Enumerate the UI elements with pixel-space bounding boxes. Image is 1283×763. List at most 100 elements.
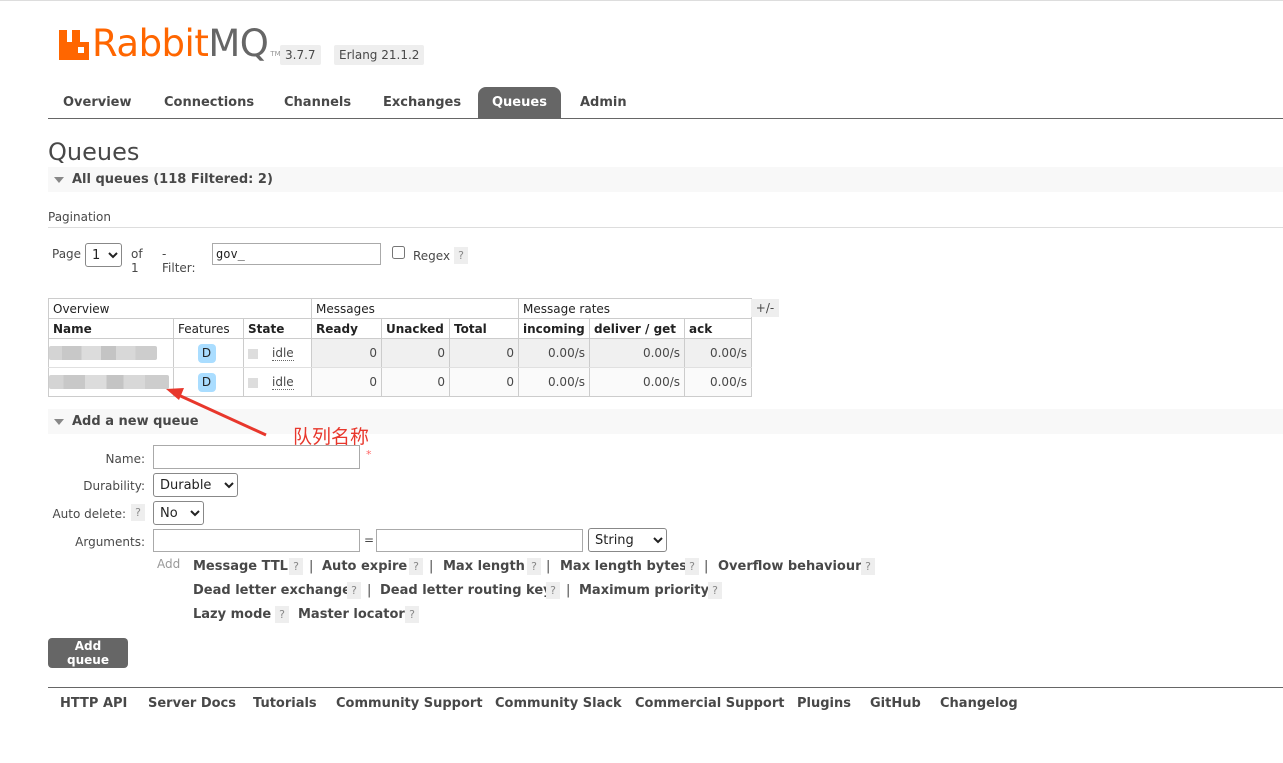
dead-letter-exchange-help-button[interactable]: ?	[347, 582, 361, 599]
queues-table: Overview Messages Message rates Name Fea…	[48, 298, 752, 397]
durable-badge: D	[197, 343, 216, 363]
argument-key-input[interactable]	[153, 529, 360, 552]
message-ttl-help-button[interactable]: ?	[289, 558, 303, 575]
main-nav-tabs: Overview Connections Channels Exchanges …	[48, 87, 1283, 119]
add-queue-button[interactable]: Add queue	[48, 638, 128, 668]
auto-delete-label: Auto delete:	[52, 507, 126, 521]
arg-link-max-length[interactable]: Max length	[443, 559, 525, 574]
footer-link-commercial-support[interactable]: Commercial Support	[635, 696, 785, 711]
maximum-priority-help-button[interactable]: ?	[708, 582, 722, 599]
footer-link-http-api[interactable]: HTTP API	[60, 696, 127, 711]
footer-link-github[interactable]: GitHub	[870, 696, 921, 711]
queue-name-redacted[interactable]	[48, 367, 174, 397]
pagination-title: Pagination	[48, 210, 111, 224]
regex-checkbox[interactable]	[392, 246, 405, 259]
footer-divider	[48, 687, 1283, 688]
ready-cell: 0	[311, 338, 382, 368]
arg-link-message-ttl[interactable]: Message TTL	[193, 559, 288, 574]
tab-exchanges[interactable]: Exchanges	[369, 87, 475, 118]
column-toggle-button[interactable]: +/-	[751, 299, 779, 317]
erlang-version-badge: Erlang 21.1.2	[334, 45, 425, 65]
ack-cell: 0.00/s	[684, 367, 752, 397]
name-label: Name:	[105, 452, 145, 466]
link-separator: |	[566, 583, 571, 598]
column-header-ack[interactable]: ack	[684, 318, 752, 339]
tab-connections[interactable]: Connections	[150, 87, 268, 118]
group-header-messages: Messages	[311, 298, 519, 319]
table-row[interactable]: D idle 0 0 0 0.00/s 0.00/s 0.00/s	[48, 338, 752, 368]
argument-type-select[interactable]: String	[588, 528, 667, 552]
auto-delete-select[interactable]: No	[153, 501, 204, 525]
regex-help-button[interactable]: ?	[454, 247, 468, 264]
arg-link-auto-expire[interactable]: Auto expire	[322, 559, 407, 574]
column-header-incoming[interactable]: incoming	[518, 318, 590, 339]
incoming-cell: 0.00/s	[518, 367, 590, 397]
group-header-overview: Overview	[48, 298, 312, 319]
link-separator: |	[546, 559, 551, 574]
link-separator: |	[429, 559, 434, 574]
footer-link-server-docs[interactable]: Server Docs	[148, 696, 236, 711]
page-title: Queues	[48, 138, 140, 166]
column-header-ready[interactable]: Ready	[311, 318, 382, 339]
required-mark: *	[366, 448, 372, 461]
tab-overview[interactable]: Overview	[49, 87, 146, 118]
arg-link-master-locator[interactable]: Master locator	[298, 607, 405, 622]
column-header-name[interactable]: Name	[48, 318, 174, 339]
arg-link-dead-letter-routing-key[interactable]: Dead letter routing key	[380, 583, 552, 598]
footer-link-changelog[interactable]: Changelog	[940, 696, 1018, 711]
master-locator-help-button[interactable]: ?	[405, 606, 419, 623]
tab-channels[interactable]: Channels	[270, 87, 365, 118]
arg-link-overflow-behaviour[interactable]: Overflow behaviour	[718, 559, 862, 574]
ready-cell: 0	[311, 367, 382, 397]
dead-letter-routing-key-help-button[interactable]: ?	[546, 582, 560, 599]
footer-link-community-slack[interactable]: Community Slack	[495, 696, 622, 711]
all-queues-label: All queues (118 Filtered: 2)	[72, 172, 273, 187]
durability-select[interactable]: Durable	[153, 473, 238, 497]
version-badge: 3.7.7	[280, 45, 321, 65]
arg-link-maximum-priority[interactable]: Maximum priority	[579, 583, 709, 598]
lazy-mode-help-button[interactable]: ?	[275, 606, 289, 623]
page-select[interactable]: 1	[85, 243, 122, 267]
arg-link-max-length-bytes[interactable]: Max length bytes	[560, 559, 687, 574]
total-cell: 0	[449, 338, 519, 368]
tab-queues[interactable]: Queues	[478, 87, 561, 118]
footer-link-community-support[interactable]: Community Support	[336, 696, 483, 711]
column-header-total[interactable]: Total	[449, 318, 519, 339]
queue-name-redacted[interactable]	[48, 338, 174, 368]
argument-value-input[interactable]	[376, 529, 583, 552]
auto-expire-help-button[interactable]: ?	[409, 558, 423, 575]
pagination-divider	[48, 227, 1283, 228]
rabbitmq-logo[interactable]: RabbitMQ TM	[59, 24, 281, 64]
state-cell: idle	[243, 338, 312, 368]
rabbit-logo-icon	[59, 30, 89, 60]
arg-link-dead-letter-exchange[interactable]: Dead letter exchange	[193, 583, 351, 598]
durability-label: Durability:	[83, 479, 145, 493]
max-length-bytes-help-button[interactable]: ?	[685, 558, 699, 575]
queue-name-input[interactable]	[153, 445, 360, 469]
page-of-label: of 1	[131, 247, 143, 275]
column-header-unacked[interactable]: Unacked	[381, 318, 450, 339]
footer-link-plugins[interactable]: Plugins	[797, 696, 851, 711]
column-header-state[interactable]: State	[243, 318, 312, 339]
footer-link-tutorials[interactable]: Tutorials	[253, 696, 317, 711]
total-cell: 0	[449, 367, 519, 397]
filter-input[interactable]	[212, 243, 381, 265]
incoming-cell: 0.00/s	[518, 338, 590, 368]
max-length-help-button[interactable]: ?	[527, 558, 541, 575]
link-separator: |	[704, 559, 709, 574]
overflow-behaviour-help-button[interactable]: ?	[861, 558, 875, 575]
unacked-cell: 0	[381, 338, 450, 368]
arg-link-lazy-mode[interactable]: Lazy mode	[193, 607, 271, 622]
link-separator: |	[367, 583, 372, 598]
feature-cell: D	[173, 338, 244, 368]
redacted-name-blur	[49, 346, 157, 361]
state-text: idle	[272, 375, 294, 390]
link-separator: |	[309, 559, 314, 574]
auto-delete-help-button[interactable]: ?	[131, 504, 145, 521]
table-row[interactable]: D idle 0 0 0 0.00/s 0.00/s 0.00/s	[48, 367, 752, 397]
all-queues-section-toggle[interactable]: All queues (118 Filtered: 2)	[48, 167, 1283, 192]
deliver-get-cell: 0.00/s	[589, 338, 685, 368]
redacted-name-blur	[49, 375, 169, 390]
tab-admin[interactable]: Admin	[566, 87, 641, 118]
column-header-deliver-get[interactable]: deliver / get	[589, 318, 685, 339]
